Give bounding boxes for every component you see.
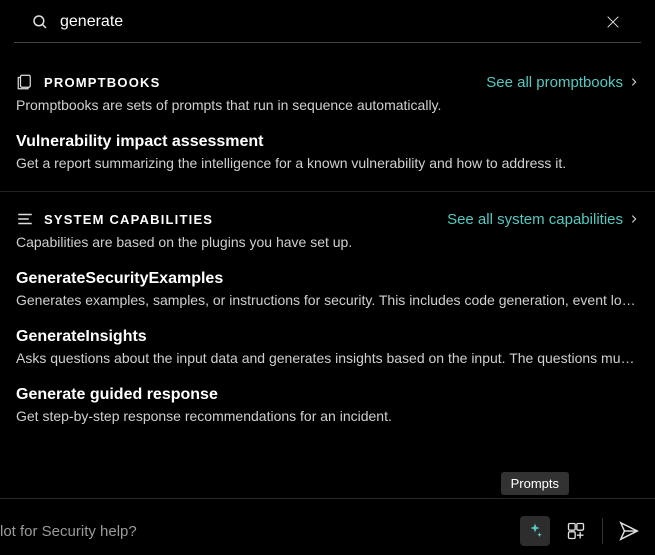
clear-search-button[interactable] xyxy=(601,10,625,34)
promptbooks-header: PROMPTBOOKS See all promptbooks xyxy=(16,73,639,91)
bottom-divider xyxy=(0,498,655,499)
sources-button[interactable] xyxy=(562,517,590,545)
capability-item-title: GenerateInsights xyxy=(16,328,639,346)
capability-item-desc: Generates examples, samples, or instruct… xyxy=(16,292,639,308)
prompts-button[interactable] xyxy=(520,516,550,546)
bottom-actions xyxy=(520,516,643,546)
promptbook-item-title: Vulnerability impact assessment xyxy=(16,133,639,151)
capabilities-title: SYSTEM CAPABILITIES xyxy=(44,212,213,227)
capabilities-description: Capabilities are based on the plugins yo… xyxy=(16,234,639,250)
search-icon xyxy=(30,12,50,32)
capability-item[interactable]: GenerateInsights Asks questions about th… xyxy=(16,328,639,366)
capabilities-header: SYSTEM CAPABILITIES See all system capab… xyxy=(16,210,639,228)
promptbooks-description: Promptbooks are sets of prompts that run… xyxy=(16,97,639,113)
bottom-bar: lot for Security help? xyxy=(0,507,655,555)
promptbooks-section: PROMPTBOOKS See all promptbooks Promptbo… xyxy=(0,73,655,171)
prompts-tooltip: Prompts xyxy=(501,472,569,495)
capability-item-desc: Asks questions about the input data and … xyxy=(16,350,639,366)
search-input[interactable] xyxy=(60,13,601,31)
see-all-capabilities-label: See all system capabilities xyxy=(447,211,623,228)
see-all-promptbooks-link[interactable]: See all promptbooks xyxy=(486,74,639,91)
see-all-promptbooks-label: See all promptbooks xyxy=(486,74,623,91)
list-icon xyxy=(16,210,34,228)
vertical-separator xyxy=(602,518,603,544)
capability-item-title: Generate guided response xyxy=(16,386,639,404)
chevron-right-icon xyxy=(629,75,639,89)
promptbook-item[interactable]: Vulnerability impact assessment Get a re… xyxy=(16,133,639,171)
section-divider xyxy=(0,191,655,192)
see-all-capabilities-link[interactable]: See all system capabilities xyxy=(447,211,639,228)
capabilities-section: SYSTEM CAPABILITIES See all system capab… xyxy=(0,210,655,424)
prompt-input-placeholder[interactable]: lot for Security help? xyxy=(0,523,520,540)
capability-item[interactable]: Generate guided response Get step-by-ste… xyxy=(16,386,639,424)
capability-item[interactable]: GenerateSecurityExamples Generates examp… xyxy=(16,270,639,308)
capability-item-title: GenerateSecurityExamples xyxy=(16,270,639,288)
search-bar xyxy=(14,0,641,43)
promptbook-item-desc: Get a report summarizing the intelligenc… xyxy=(16,155,639,171)
send-button[interactable] xyxy=(615,517,643,545)
promptbook-icon xyxy=(16,73,34,91)
capability-item-desc: Get step-by-step response recommendation… xyxy=(16,408,639,424)
chevron-right-icon xyxy=(629,212,639,226)
promptbooks-title: PROMPTBOOKS xyxy=(44,75,160,90)
